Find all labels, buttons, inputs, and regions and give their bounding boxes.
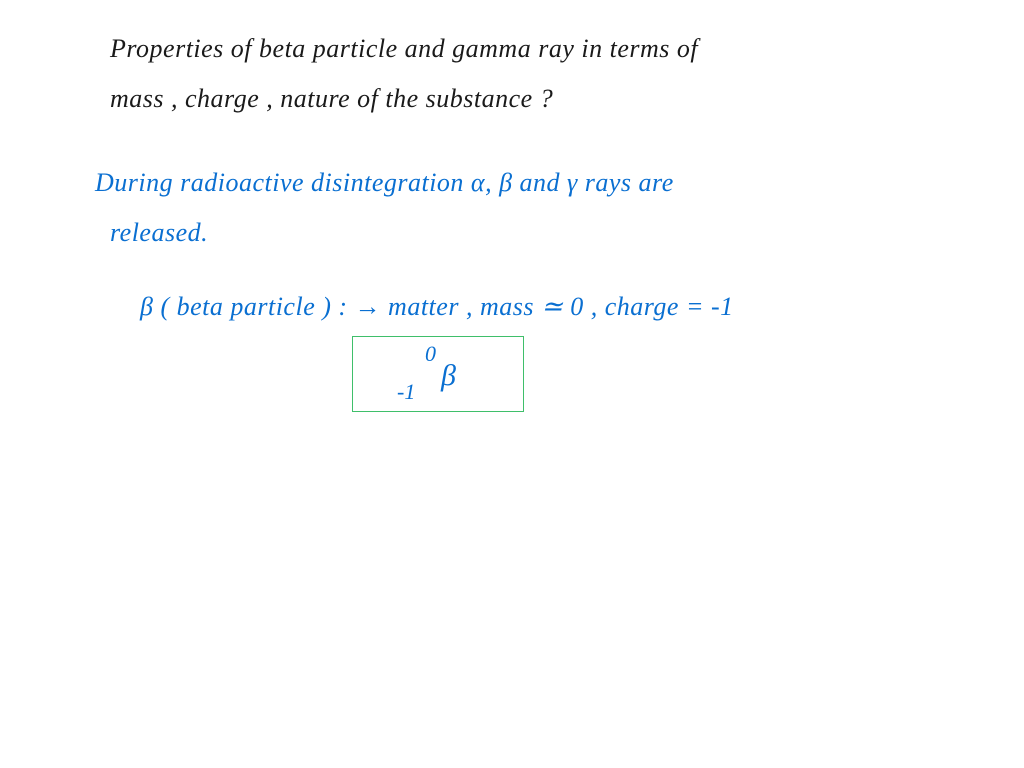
- nuclide-charge-number: -1: [397, 379, 415, 405]
- nuclide-notation: 0 -1 β: [353, 337, 523, 411]
- nuclide-box: 0 -1 β: [352, 336, 524, 412]
- question-line-2: mass , charge , nature of the substance …: [110, 82, 553, 116]
- answer-intro-line-2: released.: [110, 216, 208, 250]
- answer-intro-line-1: During radioactive disintegration α, β a…: [95, 166, 674, 200]
- nuclide-mass-number: 0: [425, 341, 436, 367]
- handwritten-note-page: Properties of beta particle and gamma ra…: [0, 0, 1024, 768]
- question-line-1: Properties of beta particle and gamma ra…: [110, 32, 698, 66]
- beta-properties-line: β ( beta particle ) : → matter , mass ≃ …: [140, 290, 734, 324]
- nuclide-symbol: β: [441, 359, 456, 393]
